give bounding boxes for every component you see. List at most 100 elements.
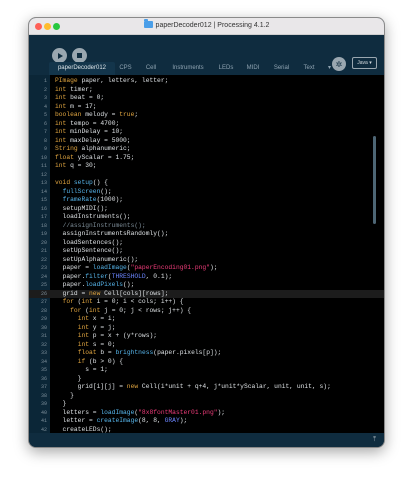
stop-button[interactable]: [72, 48, 87, 63]
line-number: 22: [40, 256, 47, 263]
code-text: paper.loadPixels();: [55, 281, 135, 288]
line-number: 20: [40, 239, 47, 246]
tab-paperdecoder012[interactable]: paperDecoder012: [49, 62, 115, 75]
tab-serial[interactable]: Serial: [270, 62, 293, 75]
code-line[interactable]: 1 PImage paper, letters, letter;: [29, 77, 384, 86]
code-line[interactable]: 16 setupMIDI();: [29, 205, 384, 214]
code-line[interactable]: 4 int m = 17;: [29, 103, 384, 112]
console-toggle-icon[interactable]: ⤒: [373, 436, 376, 444]
code-text: }: [55, 374, 82, 382]
code-text: for (int i = 0; i < cols; i++) {: [62, 298, 184, 305]
line-number: 14: [40, 188, 47, 195]
line-number: 19: [40, 231, 47, 237]
code-line[interactable]: 23 paper = loadImage("paperEncoding01.pn…: [29, 264, 384, 273]
code-line[interactable]: 10 float yScalar = 1.75;: [29, 154, 384, 163]
code-line[interactable]: 18 //assignInstruments();: [29, 222, 384, 231]
line-number: 6: [43, 120, 47, 127]
code-text: float yScalar = 1.75;: [55, 153, 135, 161]
line-number: 3: [43, 95, 47, 101]
line-number: 12: [40, 171, 47, 178]
sketch-tabs: paperDecoder012 CPS Cell Instruments LED…: [29, 62, 384, 75]
editor-scrollbar[interactable]: [373, 136, 376, 224]
code-text: }: [55, 391, 74, 399]
code-text: int q = 30;: [55, 162, 97, 169]
line-number: 29: [40, 316, 47, 322]
code-line[interactable]: 40 letters = loadImage("8x8fontMaster01.…: [29, 409, 384, 418]
code-text: createLEDs();: [55, 425, 112, 433]
code-line[interactable]: 17 loadInstruments();: [29, 213, 384, 222]
code-line[interactable]: 33 float b = brightness(paper.pixels[p])…: [29, 349, 384, 358]
tab-leds[interactable]: LEDs: [216, 62, 236, 75]
code-text: grid = new Cell[cols][rows];: [55, 289, 169, 297]
code-line[interactable]: 42 createLEDs();: [29, 426, 384, 434]
code-line[interactable]: 41 letter = createImage(8, 8, GRAY);: [29, 417, 384, 426]
code-line[interactable]: 25 paper.loadPixels();: [29, 281, 384, 290]
code-line[interactable]: 13 void setup() {: [29, 179, 384, 188]
code-text: //assignInstruments();: [62, 221, 146, 229]
code-line[interactable]: 37 grid[i][j] = new Cell(i*unit + q+4, j…: [29, 383, 384, 392]
code-line[interactable]: 29 int x = i;: [29, 315, 384, 324]
code-line[interactable]: 39 }: [29, 400, 384, 409]
tab-cps[interactable]: CPS: [116, 62, 135, 75]
code-text: for (int j = 0; j < rows; j++) {: [70, 306, 192, 314]
code-text: if (b > 0) {: [77, 357, 124, 365]
line-number: 37: [40, 384, 47, 390]
code-line[interactable]: 22 setUpAlphanumeric();: [29, 256, 384, 265]
code-text: int m = 17;: [55, 102, 97, 110]
line-number: 1: [43, 78, 47, 84]
code-line[interactable]: 8 int maxDelay = 5000;: [29, 137, 384, 146]
code-line[interactable]: 20 loadSentences();: [29, 239, 384, 248]
code-line[interactable]: 7 int minDelay = 10;: [29, 128, 384, 137]
code-text: boolean melody = true;: [55, 111, 139, 118]
tab-midi[interactable]: MIDI: [243, 62, 263, 75]
line-number: 5: [43, 112, 47, 118]
code-line[interactable]: 36 }: [29, 375, 384, 384]
line-number: 28: [40, 307, 47, 314]
line-number: 27: [40, 299, 47, 305]
code-line[interactable]: 15 frameRate(1000);: [29, 196, 384, 205]
code-text: }: [55, 400, 67, 407]
run-button[interactable]: [52, 48, 67, 63]
code-line[interactable]: 34 if (b > 0) {: [29, 358, 384, 367]
code-text: setUpSentence();: [55, 247, 124, 254]
code-text: String alphanumeric;: [55, 145, 131, 152]
code-line[interactable]: 11 int q = 30;: [29, 162, 384, 171]
code-line[interactable]: 31 int p = x + (y*rows);: [29, 332, 384, 341]
code-line[interactable]: 21 setUpSentence();: [29, 247, 384, 256]
code-line[interactable]: 26 grid = new Cell[cols][rows];: [29, 289, 384, 298]
code-line[interactable]: 3 int beat = 0;: [29, 94, 384, 103]
code-line[interactable]: 38 }: [29, 392, 384, 401]
code-line[interactable]: 2 int timer;: [29, 86, 384, 95]
line-number: 16: [40, 205, 47, 212]
line-number: 34: [40, 358, 47, 365]
code-line[interactable]: 30 int y = j;: [29, 324, 384, 333]
code-line[interactable]: 27 for (int i = 0; i < cols; i++) {: [29, 298, 384, 307]
code-line[interactable]: 5 boolean melody = true;: [29, 111, 384, 120]
line-number: 41: [40, 418, 47, 424]
line-number: 15: [40, 197, 47, 203]
code-text: int y = j;: [77, 323, 116, 331]
code-line[interactable]: 35 s = 1;: [29, 366, 384, 375]
code-line[interactable]: 19 assignInstrumentsRandomly();: [29, 230, 384, 239]
processing-window: paperDecoder012 | Processing 4.1.2 ✲ Jav…: [28, 17, 385, 448]
line-number: 18: [40, 222, 47, 229]
stop-icon: [77, 53, 82, 58]
code-editor[interactable]: 1 PImage paper, letters, letter; 2 int time…: [29, 75, 384, 433]
code-text: letter = createImage(8, 8, GRAY);: [55, 417, 188, 424]
code-line[interactable]: 24 paper.filter(THRESHOLD, 0.1);: [29, 273, 384, 282]
code-line[interactable]: 28 for (int j = 0; j < rows; j++) {: [29, 307, 384, 316]
code-line[interactable]: 14 fullScreen();: [29, 188, 384, 197]
tab-menu-chevron-icon[interactable]: ▾: [328, 62, 331, 75]
status-bar: ⤒: [29, 433, 384, 447]
tab-cell[interactable]: Cell: [142, 62, 160, 75]
line-number: 23: [40, 265, 47, 271]
code-line[interactable]: 9 String alphanumeric;: [29, 145, 384, 154]
tab-text[interactable]: Text: [300, 62, 318, 75]
line-number: 7: [43, 129, 47, 135]
code-line[interactable]: 6 int tempo = 4700;: [29, 120, 384, 129]
code-text: setupMIDI();: [55, 204, 108, 212]
code-text: fullScreen();: [62, 187, 112, 195]
code-line[interactable]: 12: [29, 171, 384, 180]
tab-instruments[interactable]: Instruments: [167, 62, 209, 75]
code-line[interactable]: 32 int s = 0;: [29, 341, 384, 350]
